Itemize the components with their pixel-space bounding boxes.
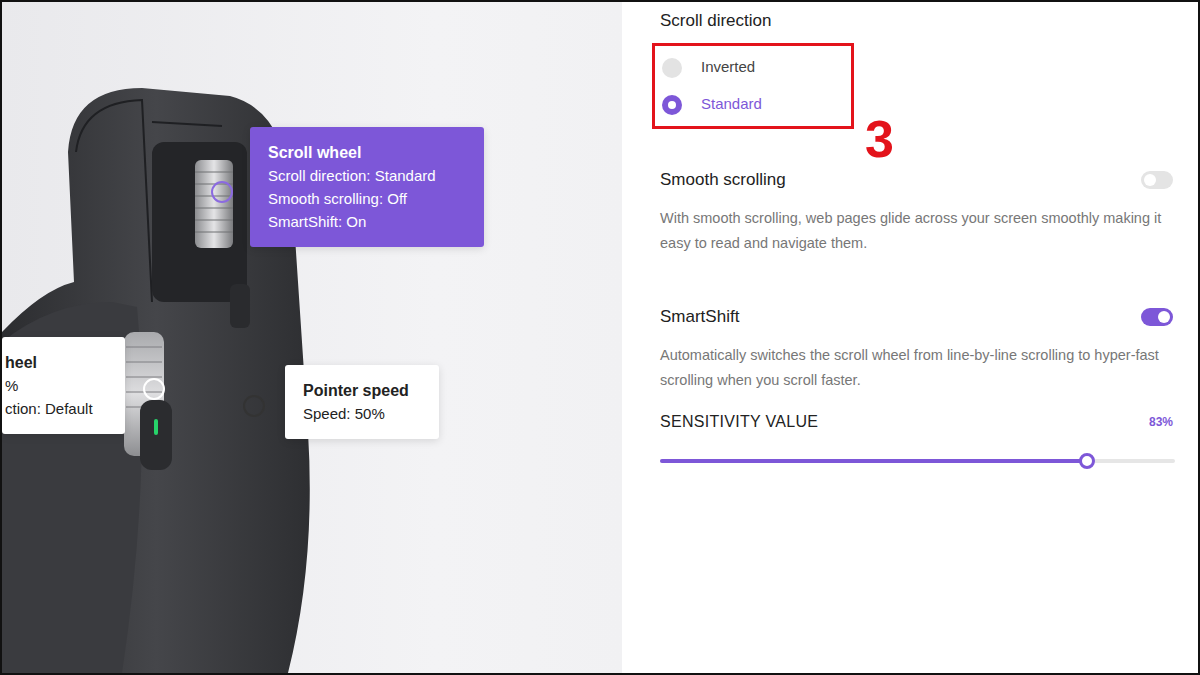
callout-title: heel	[5, 351, 107, 374]
callout-line: Scroll direction: Standard	[268, 164, 466, 187]
section-title: Scroll direction	[660, 10, 1173, 32]
callout-line: Smooth scrolling: Off	[268, 187, 466, 210]
radio-label[interactable]: Inverted	[701, 56, 755, 79]
callout-title: Pointer speed	[303, 379, 421, 402]
toggle-switch[interactable]	[1141, 171, 1173, 189]
radio-option[interactable]: Inverted	[660, 49, 850, 86]
setting-title: Smooth scrolling	[660, 168, 786, 192]
setting-description: With smooth scrolling, web pages glide a…	[660, 206, 1173, 255]
callout-line: Speed: 50%	[303, 402, 421, 425]
callout[interactable]: Pointer speedSpeed: 50%	[285, 365, 439, 439]
callout-line: ction: Default	[5, 397, 107, 420]
callout-line: SmartShift: On	[268, 210, 466, 233]
slider-fill	[660, 459, 1087, 463]
radio-button[interactable]	[662, 58, 682, 78]
callout-title: Scroll wheel	[268, 141, 466, 164]
setting-title: SmartShift	[660, 305, 739, 329]
sensitivity-title: SENSITIVITY VALUE	[660, 412, 818, 432]
toggle-switch[interactable]	[1141, 308, 1173, 326]
callout[interactable]: heel%ction: Default	[2, 337, 125, 434]
radio-option[interactable]: Standard	[660, 86, 850, 123]
highlight-box	[652, 43, 854, 129]
radio-button[interactable]	[662, 95, 682, 115]
step-number: 3	[865, 113, 894, 165]
device-preview: Scroll wheelScroll direction: StandardSm…	[2, 2, 622, 673]
settings-panel: Scroll direction Inverted Standard 3 Smoot…	[622, 2, 1198, 673]
slider-thumb[interactable]	[1079, 453, 1095, 469]
scroll-direction-options: InvertedStandard3	[660, 49, 850, 123]
callout[interactable]: Scroll wheelScroll direction: StandardSm…	[250, 127, 484, 247]
setting-description: Automatically switches the scroll wheel …	[660, 343, 1173, 392]
radio-label[interactable]: Standard	[701, 93, 762, 116]
callout-line: %	[5, 374, 107, 397]
sensitivity-slider[interactable]	[660, 459, 1175, 463]
sensitivity-reading: 83%	[1149, 413, 1173, 431]
